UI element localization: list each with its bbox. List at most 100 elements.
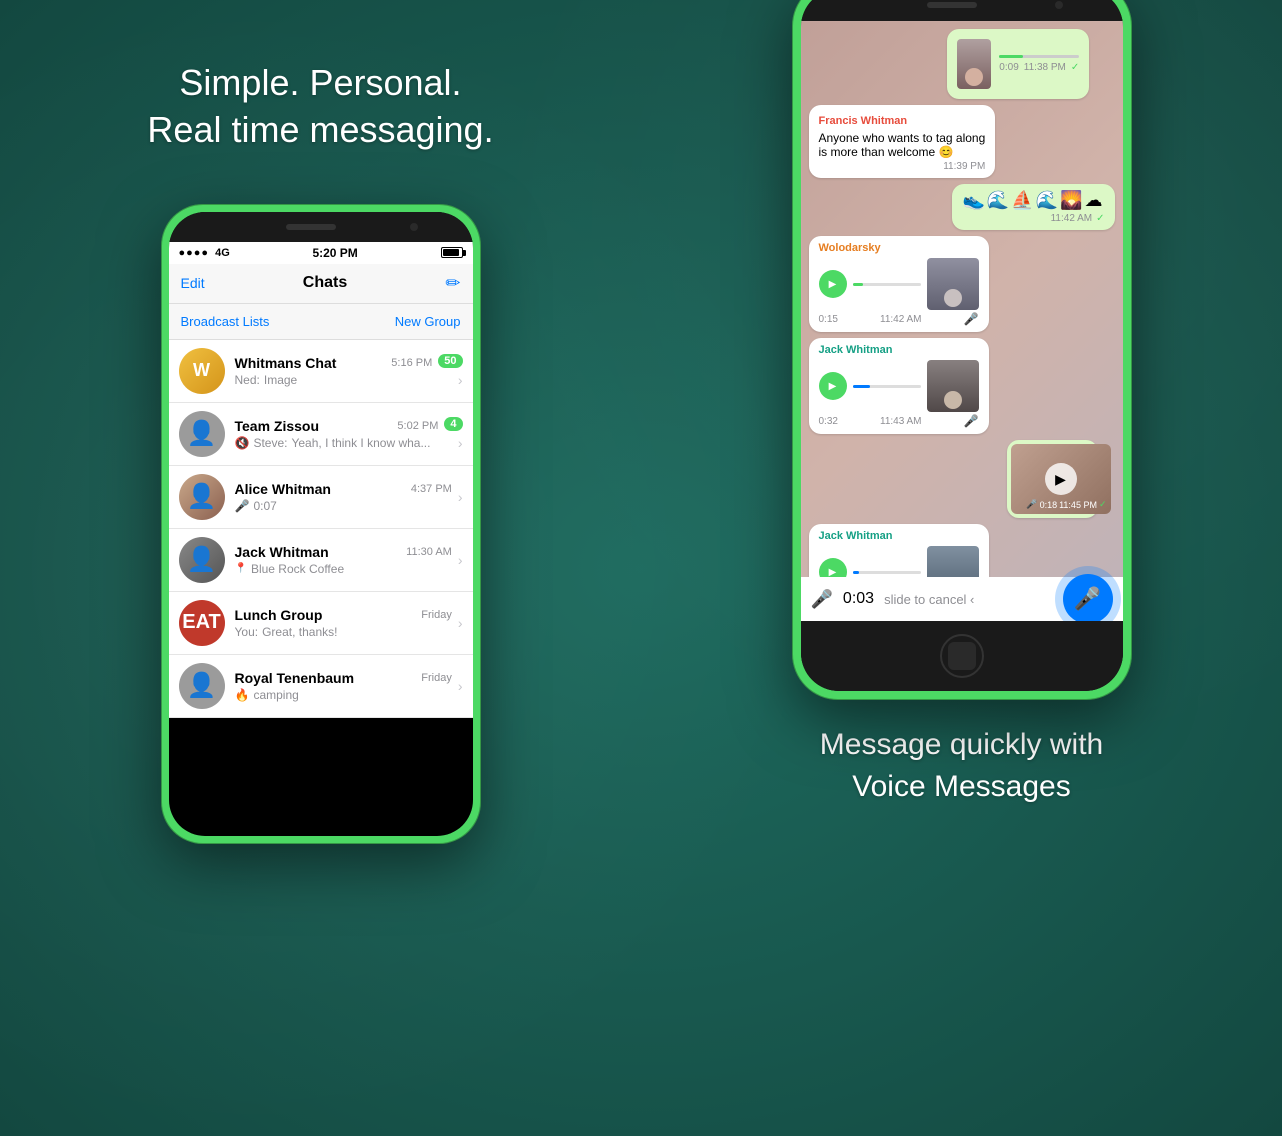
right-panel: 0:09 11:38 PM ✓ Francis Whitma [641,0,1282,1136]
voice-footer-w: 0:15 11:42 AM 🎤 [819,312,979,326]
chat-content-whitmans: Whitmans Chat 5:16 PM Ned: Image [235,355,433,387]
time-wolodarsky: 11:42 AM [880,314,922,325]
home-button[interactable] [940,634,984,678]
chat-time-lunch: Friday [421,609,452,621]
photo-mic: 🎤 [1026,499,1037,510]
chat-list: W Whitmans Chat 5:16 PM Ned: Image [169,340,473,718]
bubble-photo: ▶ 🎤 0:18 11:45 PM ✓ [1007,440,1099,518]
iphone-right-speaker [927,2,977,8]
chat-name-zissou: Team Zissou [235,418,320,434]
preview-text-zissou: Yeah, I think I know wha... [291,436,430,450]
msg-check-1: ✓ [1071,62,1079,73]
play-btn-jack-1[interactable]: ▶ [819,372,847,400]
chat-item-alice[interactable]: 👤 Alice Whitman 4:37 PM 🎤 0:07 [169,466,473,529]
msg-text-francis: Anyone who wants to tag along is more th… [819,131,986,159]
iphone-camera [410,223,418,231]
msg-sent-photo: ▶ 🎤 0:18 11:45 PM ✓ [1007,440,1115,518]
waveform-fill-1 [999,55,1023,58]
chat-content-jack: Jack Whitman 11:30 AM 📍 Blue Rock Coffee [235,544,452,576]
msg-footer-francis: 11:39 PM [819,161,986,172]
chat-item-whitmans[interactable]: W Whitmans Chat 5:16 PM Ned: Image [169,340,473,403]
voice-row-jack-1: ▶ [819,360,979,412]
thumb-jack-2 [927,546,979,577]
emoji-content: 👟🌊⛵🌊🌄☁ [962,190,1104,211]
avatar-eat: EAT [182,611,221,634]
msg-check-emoji: ✓ [1096,213,1104,224]
mute-icon-zissou: 🔇 [235,436,250,450]
chat-item-lunch[interactable]: EAT Lunch Group Friday You: Great, thank… [169,592,473,655]
slide-to-cancel: slide to cancel ‹ [884,592,974,607]
avatar-person-zissou: 👤 [187,419,217,448]
signal-area: ●●●● 4G [179,247,230,259]
voice-row-wolodarsky: ▶ [819,258,979,310]
edit-button[interactable]: Edit [181,275,205,291]
preview-sender-whitmans: Ned: [235,373,260,387]
avatar-jack: 👤 [179,537,225,583]
nav-bar: Edit Chats ✏ [169,264,473,304]
avatar-royal: 👤 [179,663,225,709]
msg-sender-francis: Francis Whitman [819,115,908,127]
new-group-button[interactable]: New Group [395,314,461,329]
photo-duration: 0:18 [1040,500,1058,510]
battery-icon [441,247,463,258]
recording-mic-icon: 🎤 [811,589,833,610]
left-panel: Simple. Personal. Real time messaging. ●… [0,0,641,1136]
chat-right-zissou: 4 › [444,417,462,451]
photo-footer: 🎤 0:18 11:45 PM ✓ [1026,499,1106,510]
mic-jack-1: 🎤 [964,414,979,428]
chat-right-whitmans: 50 › [438,354,462,388]
photo-content: ▶ 🎤 0:18 11:45 PM ✓ [1011,444,1111,514]
chat-right-royal: › [458,678,463,694]
broadcast-lists-button[interactable]: Broadcast Lists [181,314,270,329]
tagline: Simple. Personal. Real time messaging. [147,60,493,154]
duration-jack-1: 0:32 [819,416,838,427]
status-bar: ●●●● 4G 5:20 PM [169,242,473,264]
waveform-fill-j2 [853,571,860,574]
avatar-alice: 👤 [179,474,225,520]
msg-received-jack-1: Jack Whitman ▶ [809,338,989,434]
time-jack-1: 11:43 AM [880,416,922,427]
avatar-whitmans: W [179,348,225,394]
msg-time-1: 11:38 PM [1024,62,1066,73]
chat-content-lunch: Lunch Group Friday You: Great, thanks! [235,607,452,639]
network-type: 4G [215,247,230,259]
avatar-letter: W [193,360,210,381]
battery-fill [443,249,459,256]
compose-button[interactable]: ✏ [445,273,460,294]
chat-content-royal: Royal Tenenbaum Friday 🔥 camping [235,670,452,702]
bottom-tagline: Message quickly with Voice Messages [820,724,1103,808]
msg-sender-jack-1: Jack Whitman [819,344,979,356]
chat-content-zissou: Team Zissou 5:02 PM 🔇 Steve: Yeah, I thi… [235,418,439,450]
play-btn-jack-2[interactable]: ▶ [819,558,847,577]
signal-dots: ●●●● [179,247,210,259]
broadcast-bar: Broadcast Lists New Group [169,304,473,340]
chat-name-alice: Alice Whitman [235,481,331,497]
play-btn-wolodarsky[interactable]: ▶ [819,270,847,298]
avatar-person-royal: 👤 [187,671,217,700]
preview-text-royal: camping [253,688,298,702]
chat-background: 0:09 11:38 PM ✓ Francis Whitma [801,21,1123,621]
thumb-wolodarsky [927,258,979,310]
waveform-jack-2 [853,571,921,574]
msg-duration-1: 0:09 [999,62,1018,73]
duration-wolodarsky: 0:15 [819,314,838,325]
iphone-right-top-bar [801,0,1123,21]
preview-fire-royal: 🔥 [235,688,250,702]
badge-whitmans: 50 [438,354,462,368]
iphone-left: ●●●● 4G 5:20 PM Edit Chats ✏ [161,204,481,844]
chat-item-royal[interactable]: 👤 Royal Tenenbaum Friday 🔥 camping [169,655,473,718]
location-icon-jack: 📍 [235,563,247,574]
avatar-zissou: 👤 [179,411,225,457]
chat-time-zissou: 5:02 PM [397,420,438,432]
iphone-right-camera [1055,1,1063,9]
chevron-royal: › [458,678,463,694]
home-button-inner [948,642,976,670]
recording-button[interactable]: 🎤 [1063,574,1113,621]
msg-sender-jack-2: Jack Whitman [819,530,979,542]
chat-item-zissou[interactable]: 👤 Team Zissou 5:02 PM 🔇 Steve: Yeah, I t… [169,403,473,466]
thumb-img-1 [957,39,992,89]
preview-text-jack: Blue Rock Coffee [251,562,344,576]
chat-item-jack[interactable]: 👤 Jack Whitman 11:30 AM 📍 Blue Rock Coff… [169,529,473,592]
chat-time-whitmans: 5:16 PM [391,357,432,369]
recording-mic-btn-icon: 🎤 [1074,586,1101,612]
